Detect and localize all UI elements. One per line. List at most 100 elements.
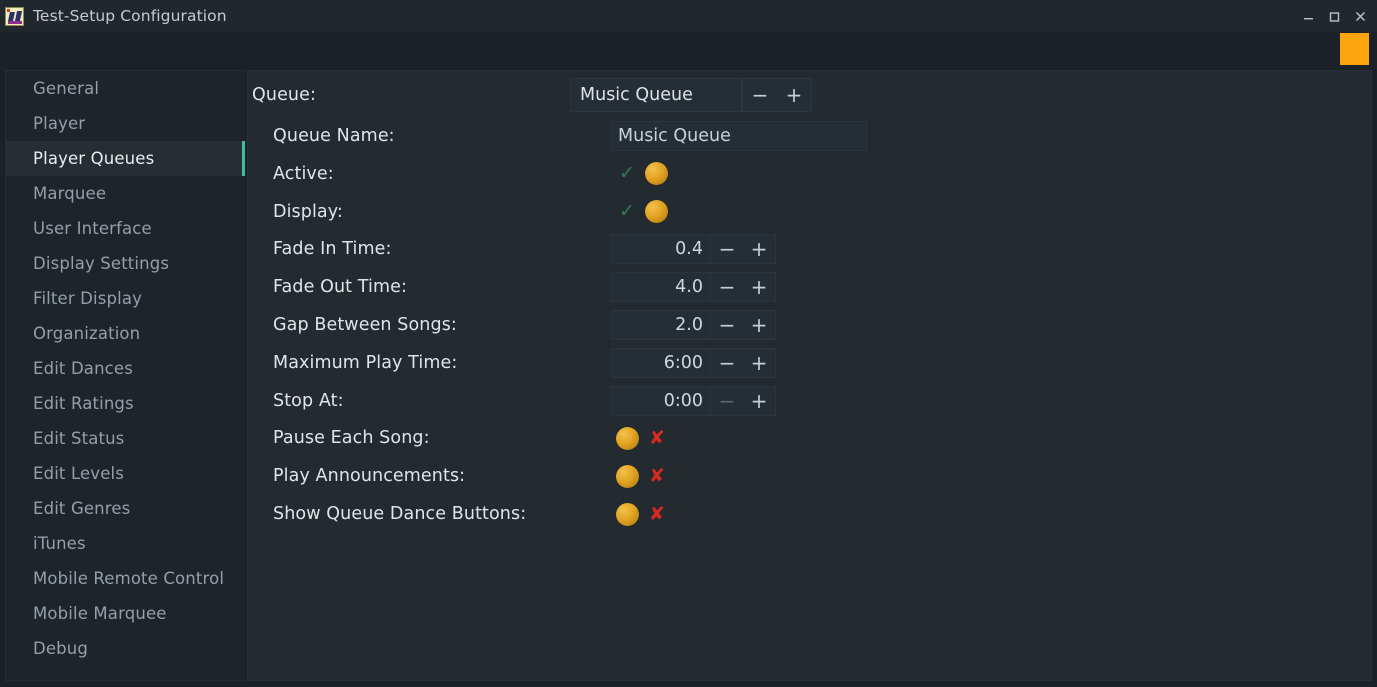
sidebar-item-player[interactable]: Player [6,106,245,141]
cross-icon: ✘ [649,464,665,487]
sidebar-item-edit-status[interactable]: Edit Status [6,421,245,456]
row-fade-in-time-stepper: − + [711,234,776,265]
row-gap-between-songs-input[interactable]: 2.0 [611,310,711,340]
row-fade-out-time-label: Fade Out Time: [273,277,408,298]
row-gap-between-songs-label: Gap Between Songs: [273,315,457,335]
row-fade-in-time-value: 0.4 [675,239,703,260]
row-gap-between-songs-plus-button[interactable]: + [746,315,772,335]
sidebar-item-itunes[interactable]: iTunes [6,526,245,561]
row-stop-at-value: 0:00 [663,390,703,411]
row-fade-in-time-plus-button[interactable]: + [746,239,772,259]
toggle-knob-icon [616,464,639,488]
row-stop-at-label: Stop At: [273,390,344,411]
row-active-toggle[interactable]: ✓ [614,161,670,187]
orange-marker-square [1340,33,1369,65]
sidebar-item-mobile-remote-control[interactable]: Mobile Remote Control [6,561,245,596]
row-gap-between-songs-spinner: 2.0− + [611,310,776,340]
row-maximum-play-time: Maximum Play Time: 6:00− + [248,347,1371,379]
sidebar-item-label: Edit Status [33,429,125,448]
sidebar-item-organization[interactable]: Organization [6,316,245,351]
queue-minus-button[interactable]: − [747,85,773,105]
row-pause-each-song: Pause Each Song: ✘ [248,422,1371,454]
sidebar-item-user-interface[interactable]: User Interface [6,211,245,246]
row-gap-between-songs: Gap Between Songs: 2.0− + [248,309,1371,341]
row-fade-in-time-spinner: 0.4− + [611,234,776,265]
sidebar-item-mobile-marquee[interactable]: Mobile Marquee [6,596,245,631]
row-display-label: Display: [273,201,343,222]
sidebar-item-label: Edit Ratings [33,394,134,413]
row-gap-between-songs-minus-button[interactable]: − [714,315,740,335]
row-fade-out-time-spinner: 4.0− + [611,272,776,303]
row-maximum-play-time-value: 6:00 [663,352,703,373]
sidebar-item-filter-display[interactable]: Filter Display [6,281,245,316]
sidebar-item-label: iTunes [33,534,86,553]
sidebar-item-label: Organization [33,324,141,343]
row-fade-out-time-stepper: − + [711,272,776,303]
row-maximum-play-time-minus-button[interactable]: − [714,353,740,373]
minimize-icon[interactable] [1295,0,1321,32]
row-stop-at-minus-button[interactable]: − [714,391,740,411]
toggle-knob-icon [616,502,639,526]
sidebar-item-label: Edit Dances [33,359,133,378]
sidebar-item-label: General [33,79,100,98]
row-stop-at-input[interactable]: 0:00 [611,385,711,416]
sidebar-nav: General Player Player Queues Marquee User In… [5,70,245,681]
row-play-announcements-label: Play Announcements: [273,466,466,487]
row-fade-in-time-input[interactable]: 0.4 [611,234,711,265]
sidebar-item-label: Player Queues [33,149,155,168]
row-stop-at: Stop At: 0:00− + [248,385,1371,417]
sidebar-item-marquee[interactable]: Marquee [6,176,245,211]
sidebar-item-label: Edit Levels [33,464,124,483]
sidebar-item-label: Player [33,114,86,133]
row-queue-name-input[interactable]: Music Queue [611,121,867,151]
sidebar-item-label: User Interface [33,219,152,238]
row-display-toggle[interactable]: ✓ [614,199,670,225]
sidebar-item-edit-levels[interactable]: Edit Levels [6,456,245,491]
close-icon[interactable] [1347,0,1373,32]
window-controls [1295,0,1373,32]
sidebar-item-general[interactable]: General [6,71,245,106]
row-fade-out-time-plus-button[interactable]: + [746,277,772,297]
row-fade-out-time-value: 4.0 [675,277,703,298]
toggle-knob-icon [616,426,639,450]
sidebar-item-edit-ratings[interactable]: Edit Ratings [6,386,245,421]
row-maximum-play-time-label: Maximum Play Time: [273,352,458,373]
row-pause-each-song-toggle[interactable]: ✘ [614,425,670,451]
window-title: Test-Setup Configuration [33,7,227,25]
maximize-icon[interactable] [1321,0,1347,32]
toggle-knob-icon [645,162,668,186]
sidebar-item-player-queues[interactable]: Player Queues [6,141,245,176]
toggle-knob-icon [645,200,668,224]
row-active: Active: ✓ [248,158,1371,190]
sidebar-item-label: Mobile Marquee [33,604,167,623]
row-show-queue-dance-buttons: Show Queue Dance Buttons: ✘ [248,498,1371,530]
row-maximum-play-time-input[interactable]: 6:00 [611,347,711,378]
row-queue-name-value: Music Queue [618,126,731,146]
row-fade-out-time-minus-button[interactable]: − [714,277,740,297]
row-fade-in-time-minus-button[interactable]: − [714,239,740,259]
sidebar-item-debug[interactable]: Debug [6,631,245,666]
queue-select-dropdown[interactable]: Music Queue [570,78,742,112]
row-fade-out-time-input[interactable]: 4.0 [611,272,711,303]
check-icon: ✓ [619,162,635,185]
settings-panel: Queue: Music Queue − + Queue Name: Music … [247,70,1372,681]
sidebar-item-label: Edit Genres [33,499,131,518]
sidebar-item-label: Debug [33,639,89,658]
row-stop-at-plus-button[interactable]: + [746,391,772,411]
cross-icon: ✘ [649,502,665,525]
queue-plus-button[interactable]: + [781,85,807,105]
row-queue-name: Queue Name: Music Queue [248,120,1371,152]
row-maximum-play-time-plus-button[interactable]: + [746,353,772,373]
sidebar-item-edit-dances[interactable]: Edit Dances [6,351,245,386]
sidebar-item-label: Marquee [33,184,107,203]
sidebar-item-label: Filter Display [33,289,143,308]
row-show-queue-dance-buttons-toggle[interactable]: ✘ [614,501,670,527]
queue-stepper: − + [742,78,812,112]
row-active-label: Active: [273,163,334,184]
row-stop-at-stepper: − + [711,385,776,416]
row-show-queue-dance-buttons-label: Show Queue Dance Buttons: [273,504,527,524]
title-bar: Test-Setup Configuration [0,0,1377,32]
row-play-announcements-toggle[interactable]: ✘ [614,463,670,489]
sidebar-item-display-settings[interactable]: Display Settings [6,246,245,281]
sidebar-item-edit-genres[interactable]: Edit Genres [6,491,245,526]
